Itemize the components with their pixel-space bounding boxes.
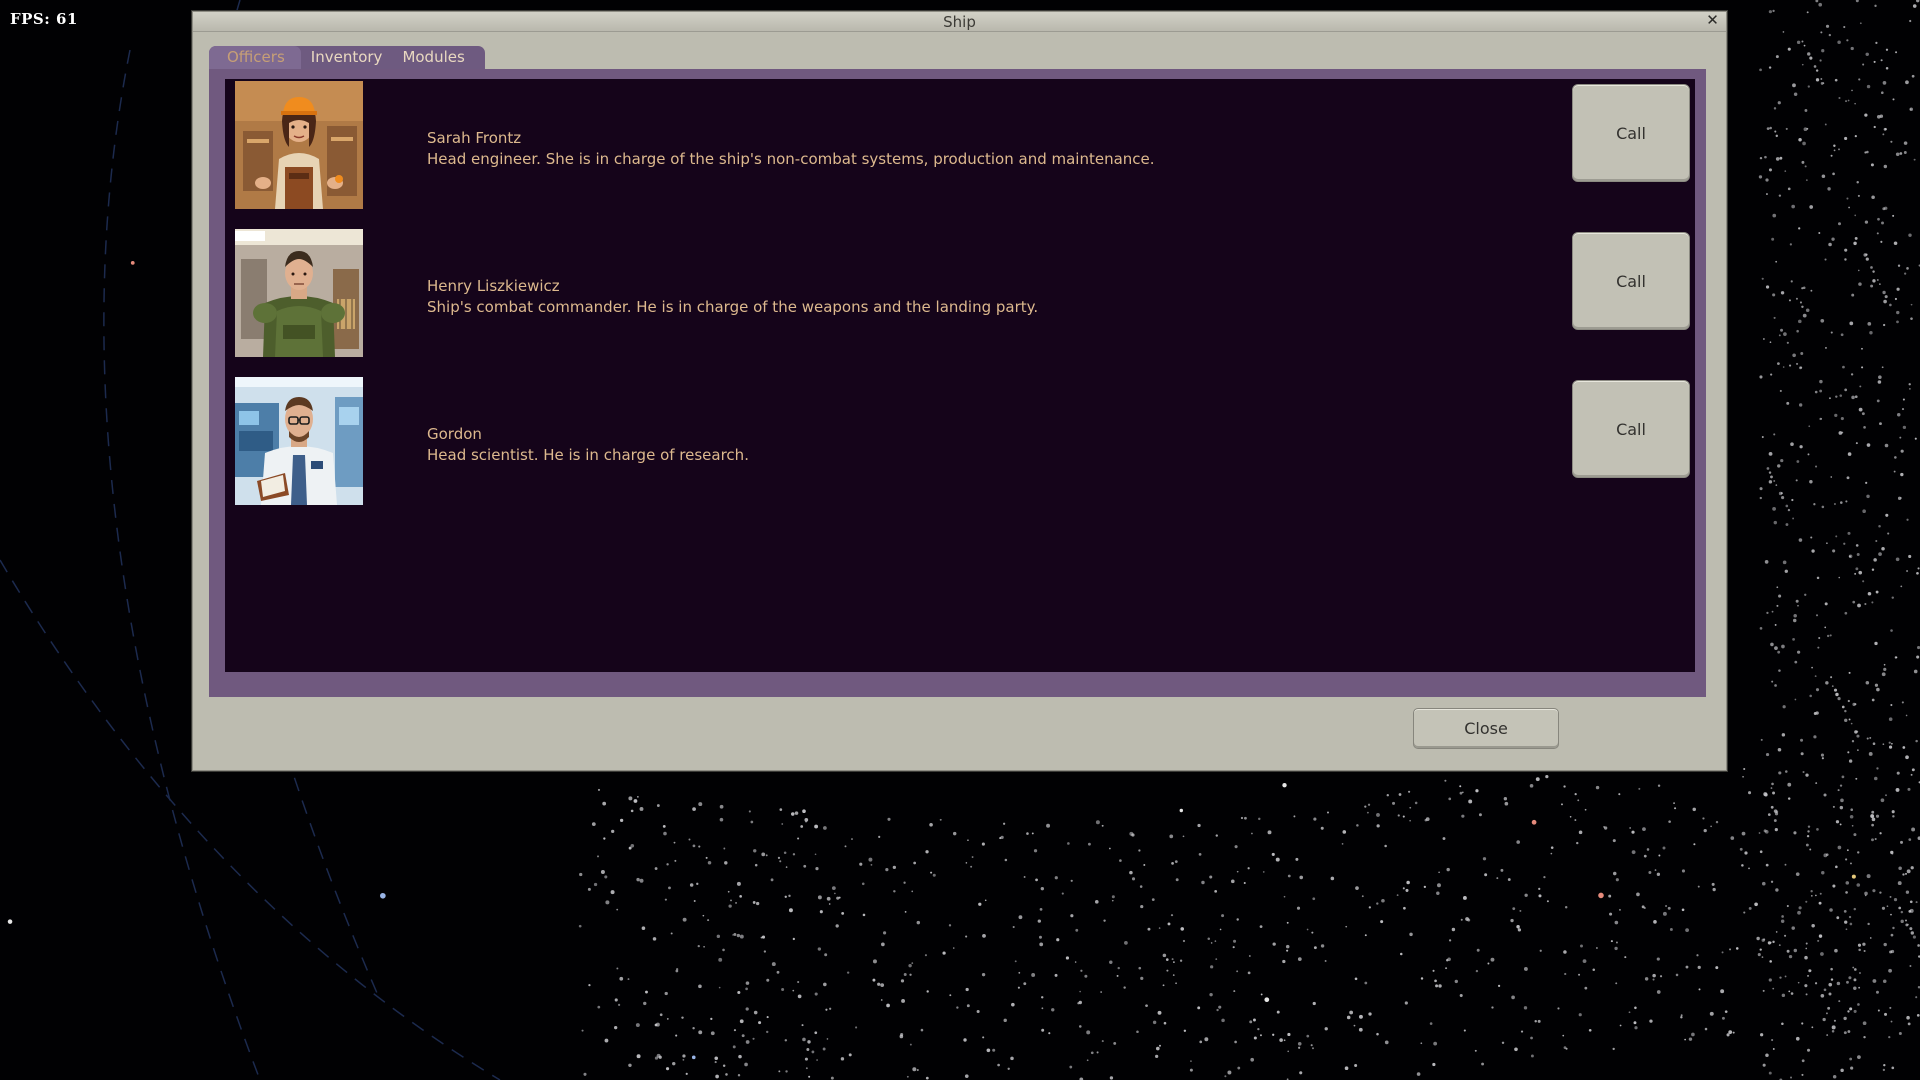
window-title: Ship bbox=[943, 13, 976, 31]
officer-name: Gordon bbox=[427, 425, 482, 443]
officer-row: Gordon Head scientist. He is in charge o… bbox=[235, 377, 1690, 507]
officers-panel: Sarah Frontz Head engineer. She is in ch… bbox=[209, 69, 1706, 697]
window-titlebar[interactable]: Ship ✕ bbox=[193, 12, 1726, 32]
close-icon[interactable]: ✕ bbox=[1705, 13, 1720, 28]
scientist-portrait bbox=[235, 377, 363, 505]
call-button-sarah-frontz[interactable]: Call bbox=[1572, 84, 1690, 182]
tab-bar: Officers Inventory Modules bbox=[209, 46, 485, 69]
officer-description: Ship's combat commander. He is in charge… bbox=[427, 298, 1039, 316]
officer-description: Head engineer. She is in charge of the s… bbox=[427, 150, 1155, 168]
call-button-henry-liszkiewicz[interactable]: Call bbox=[1572, 232, 1690, 330]
officer-row: Sarah Frontz Head engineer. She is in ch… bbox=[235, 81, 1690, 211]
officers-list: Sarah Frontz Head engineer. She is in ch… bbox=[225, 79, 1695, 672]
tab-modules[interactable]: Modules bbox=[392, 46, 474, 69]
ship-window: Ship ✕ Officers Inventory Modules Sarah … bbox=[192, 11, 1727, 771]
officer-description: Head scientist. He is in charge of resea… bbox=[427, 446, 749, 464]
officer-row: Henry Liszkiewicz Ship's combat commande… bbox=[235, 229, 1690, 359]
tab-inventory[interactable]: Inventory bbox=[301, 46, 393, 69]
tab-officers[interactable]: Officers bbox=[209, 46, 301, 69]
fps-counter: FPS: 61 bbox=[10, 10, 78, 28]
engineer-portrait bbox=[235, 81, 363, 209]
officer-name: Sarah Frontz bbox=[427, 129, 522, 147]
call-button-gordon[interactable]: Call bbox=[1572, 380, 1690, 478]
commander-portrait bbox=[235, 229, 363, 357]
officer-name: Henry Liszkiewicz bbox=[427, 277, 560, 295]
close-button[interactable]: Close bbox=[1413, 708, 1559, 749]
